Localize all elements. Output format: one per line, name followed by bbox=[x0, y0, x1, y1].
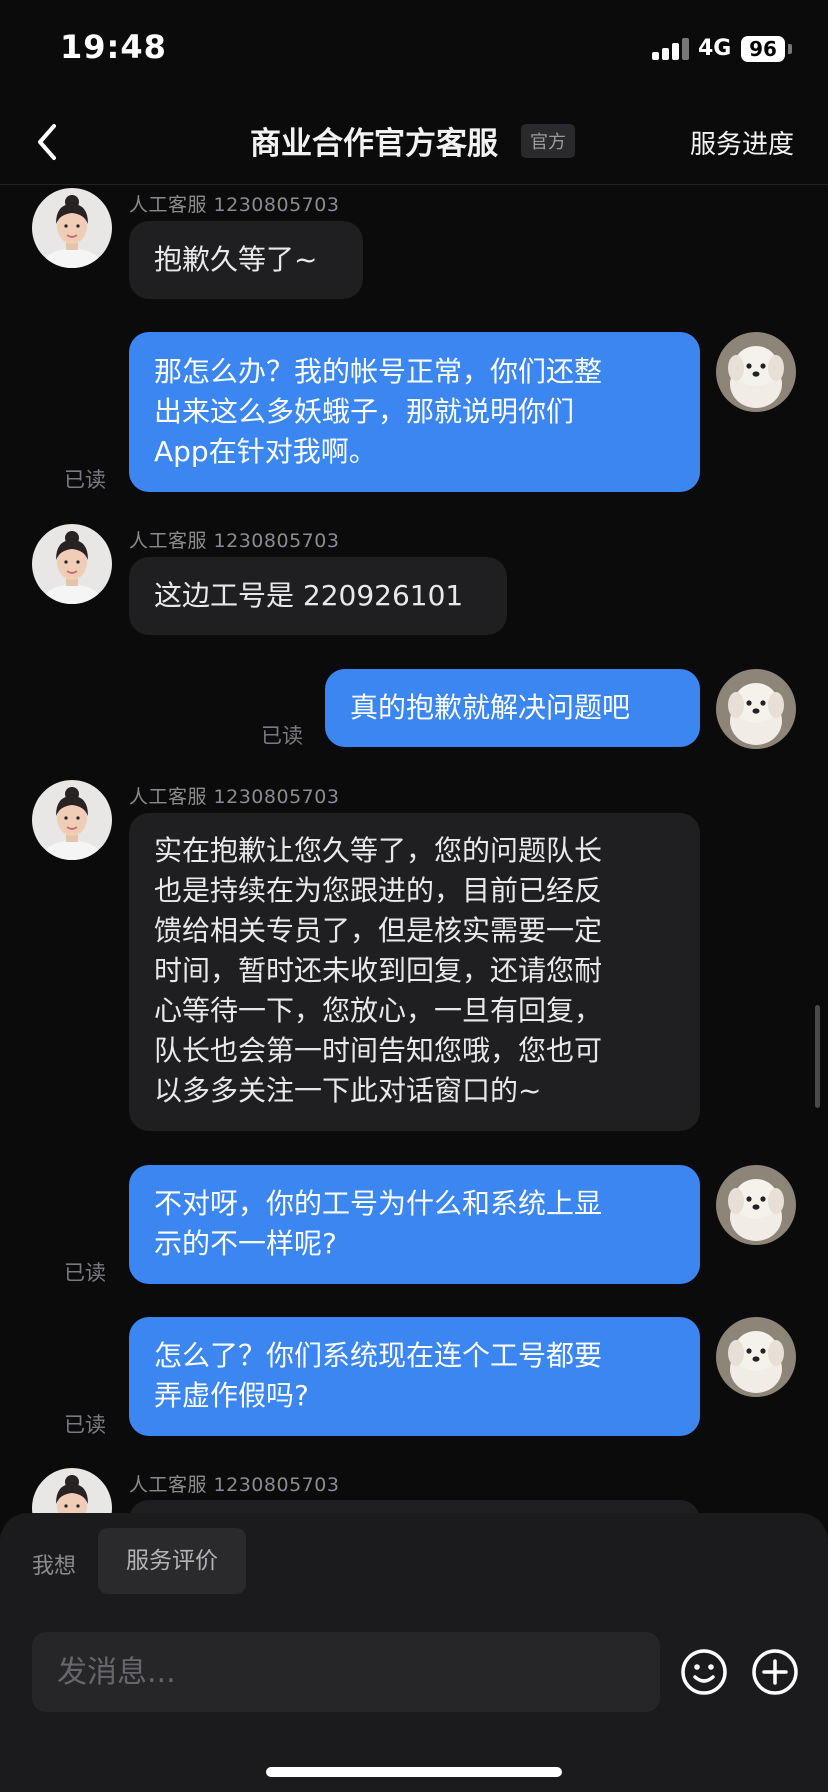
message-text: 这边工号是 220926101 bbox=[154, 579, 464, 612]
agent-name: 人工客服 1230805703 bbox=[129, 530, 340, 552]
clock: 19:48 bbox=[60, 28, 167, 66]
message-bubble[interactable]: 这边工号是 220926101 bbox=[129, 557, 507, 635]
read-receipt: 已读 bbox=[64, 1413, 106, 1437]
bottom-panel: 我想 服务评价 bbox=[0, 1513, 828, 1792]
more-button[interactable] bbox=[751, 1648, 799, 1696]
message-bubble[interactable]: 实在抱歉让您久等了，您的问题队长 也是持续在为您跟进的，目前已经反 馈给相关专员… bbox=[129, 813, 700, 1131]
message-text: 弄虚作假吗? bbox=[154, 1379, 309, 1412]
want-label: 我想 bbox=[32, 1554, 77, 1579]
message-text: 抱歉久等了~ bbox=[154, 243, 318, 276]
back-chevron-icon bbox=[38, 124, 56, 160]
message-bubble[interactable]: 抱歉久等了~ bbox=[129, 221, 363, 299]
read-receipt: 已读 bbox=[64, 468, 106, 492]
message-text: 时间，暂时还未收到回复，还请您耐 bbox=[154, 954, 603, 987]
emoji-icon bbox=[681, 1649, 727, 1695]
service-progress-link[interactable]: 服务进度 bbox=[690, 124, 794, 161]
battery-icon: 96 bbox=[741, 36, 785, 62]
status-bar: 19:48 4G 96 bbox=[0, 0, 828, 100]
chat-header: 商业合作官方客服 官方 服务进度 bbox=[0, 100, 828, 185]
agent-name: 人工客服 1230805703 bbox=[129, 194, 340, 216]
agent-avatar[interactable] bbox=[32, 188, 112, 268]
message-text: 以多多关注一下此对话窗口的~ bbox=[154, 1074, 542, 1107]
my-avatar[interactable] bbox=[716, 1165, 796, 1245]
network-type: 4G bbox=[698, 36, 732, 61]
message-bubble[interactable]: 不对呀，你的工号为什么和系统上显 示的不一样呢? bbox=[129, 1165, 700, 1284]
message-text: 怎么了？你们系统现在连个工号都要 bbox=[154, 1339, 603, 1372]
message-text: 队长也会第一时间告知您哦，您也可 bbox=[154, 1034, 603, 1067]
message-text: 出来这么多妖蛾子，那就说明你们 bbox=[154, 395, 575, 428]
message-text: 那怎么办？我的帐号正常，你们还整 bbox=[154, 355, 603, 388]
message-text: 真的抱歉就解决问题吧 bbox=[350, 691, 631, 724]
emoji-button[interactable] bbox=[680, 1648, 728, 1696]
my-avatar[interactable] bbox=[716, 1317, 796, 1397]
message-text: 馈给相关专员了，但是核实需要一定 bbox=[154, 914, 603, 947]
my-avatar[interactable] bbox=[716, 669, 796, 749]
page-title: 商业合作官方客服 bbox=[250, 126, 498, 162]
scrollbar[interactable] bbox=[815, 1005, 820, 1108]
back-button[interactable] bbox=[30, 120, 70, 164]
read-receipt: 已读 bbox=[64, 1261, 106, 1285]
message-text: 也是持续在为您跟进的，目前已经反 bbox=[154, 874, 603, 907]
message-bubble[interactable]: 那怎么办？我的帐号正常，你们还整 出来这么多妖蛾子，那就说明你们 App在针对我… bbox=[129, 332, 700, 492]
message-text: 实在抱歉让您久等了，您的问题队长 bbox=[154, 834, 603, 867]
message-text: 心等待一下，您放心，一旦有回复， bbox=[154, 994, 603, 1027]
official-badge: 官方 bbox=[521, 124, 575, 158]
message-bubble[interactable]: 真的抱歉就解决问题吧 bbox=[325, 669, 700, 747]
message-text: 不对呀，你的工号为什么和系统上显 bbox=[154, 1187, 603, 1220]
service-rating-chip[interactable]: 服务评价 bbox=[98, 1528, 246, 1594]
agent-avatar[interactable] bbox=[32, 524, 112, 604]
home-indicator[interactable] bbox=[266, 1767, 562, 1777]
message-text: App在针对我啊。 bbox=[154, 435, 377, 468]
battery-tip bbox=[788, 44, 792, 54]
message-bubble[interactable]: 怎么了？你们系统现在连个工号都要 弄虚作假吗? bbox=[129, 1317, 700, 1436]
message-text: 示的不一样呢? bbox=[154, 1227, 337, 1260]
message-input[interactable] bbox=[32, 1632, 660, 1712]
agent-avatar[interactable] bbox=[32, 780, 112, 860]
plus-circle-icon bbox=[752, 1649, 798, 1695]
signal-icon bbox=[652, 38, 690, 60]
read-receipt: 已读 bbox=[261, 724, 303, 748]
agent-name: 人工客服 1230805703 bbox=[129, 786, 340, 808]
agent-name: 人工客服 1230805703 bbox=[129, 1474, 340, 1496]
my-avatar[interactable] bbox=[716, 332, 796, 412]
